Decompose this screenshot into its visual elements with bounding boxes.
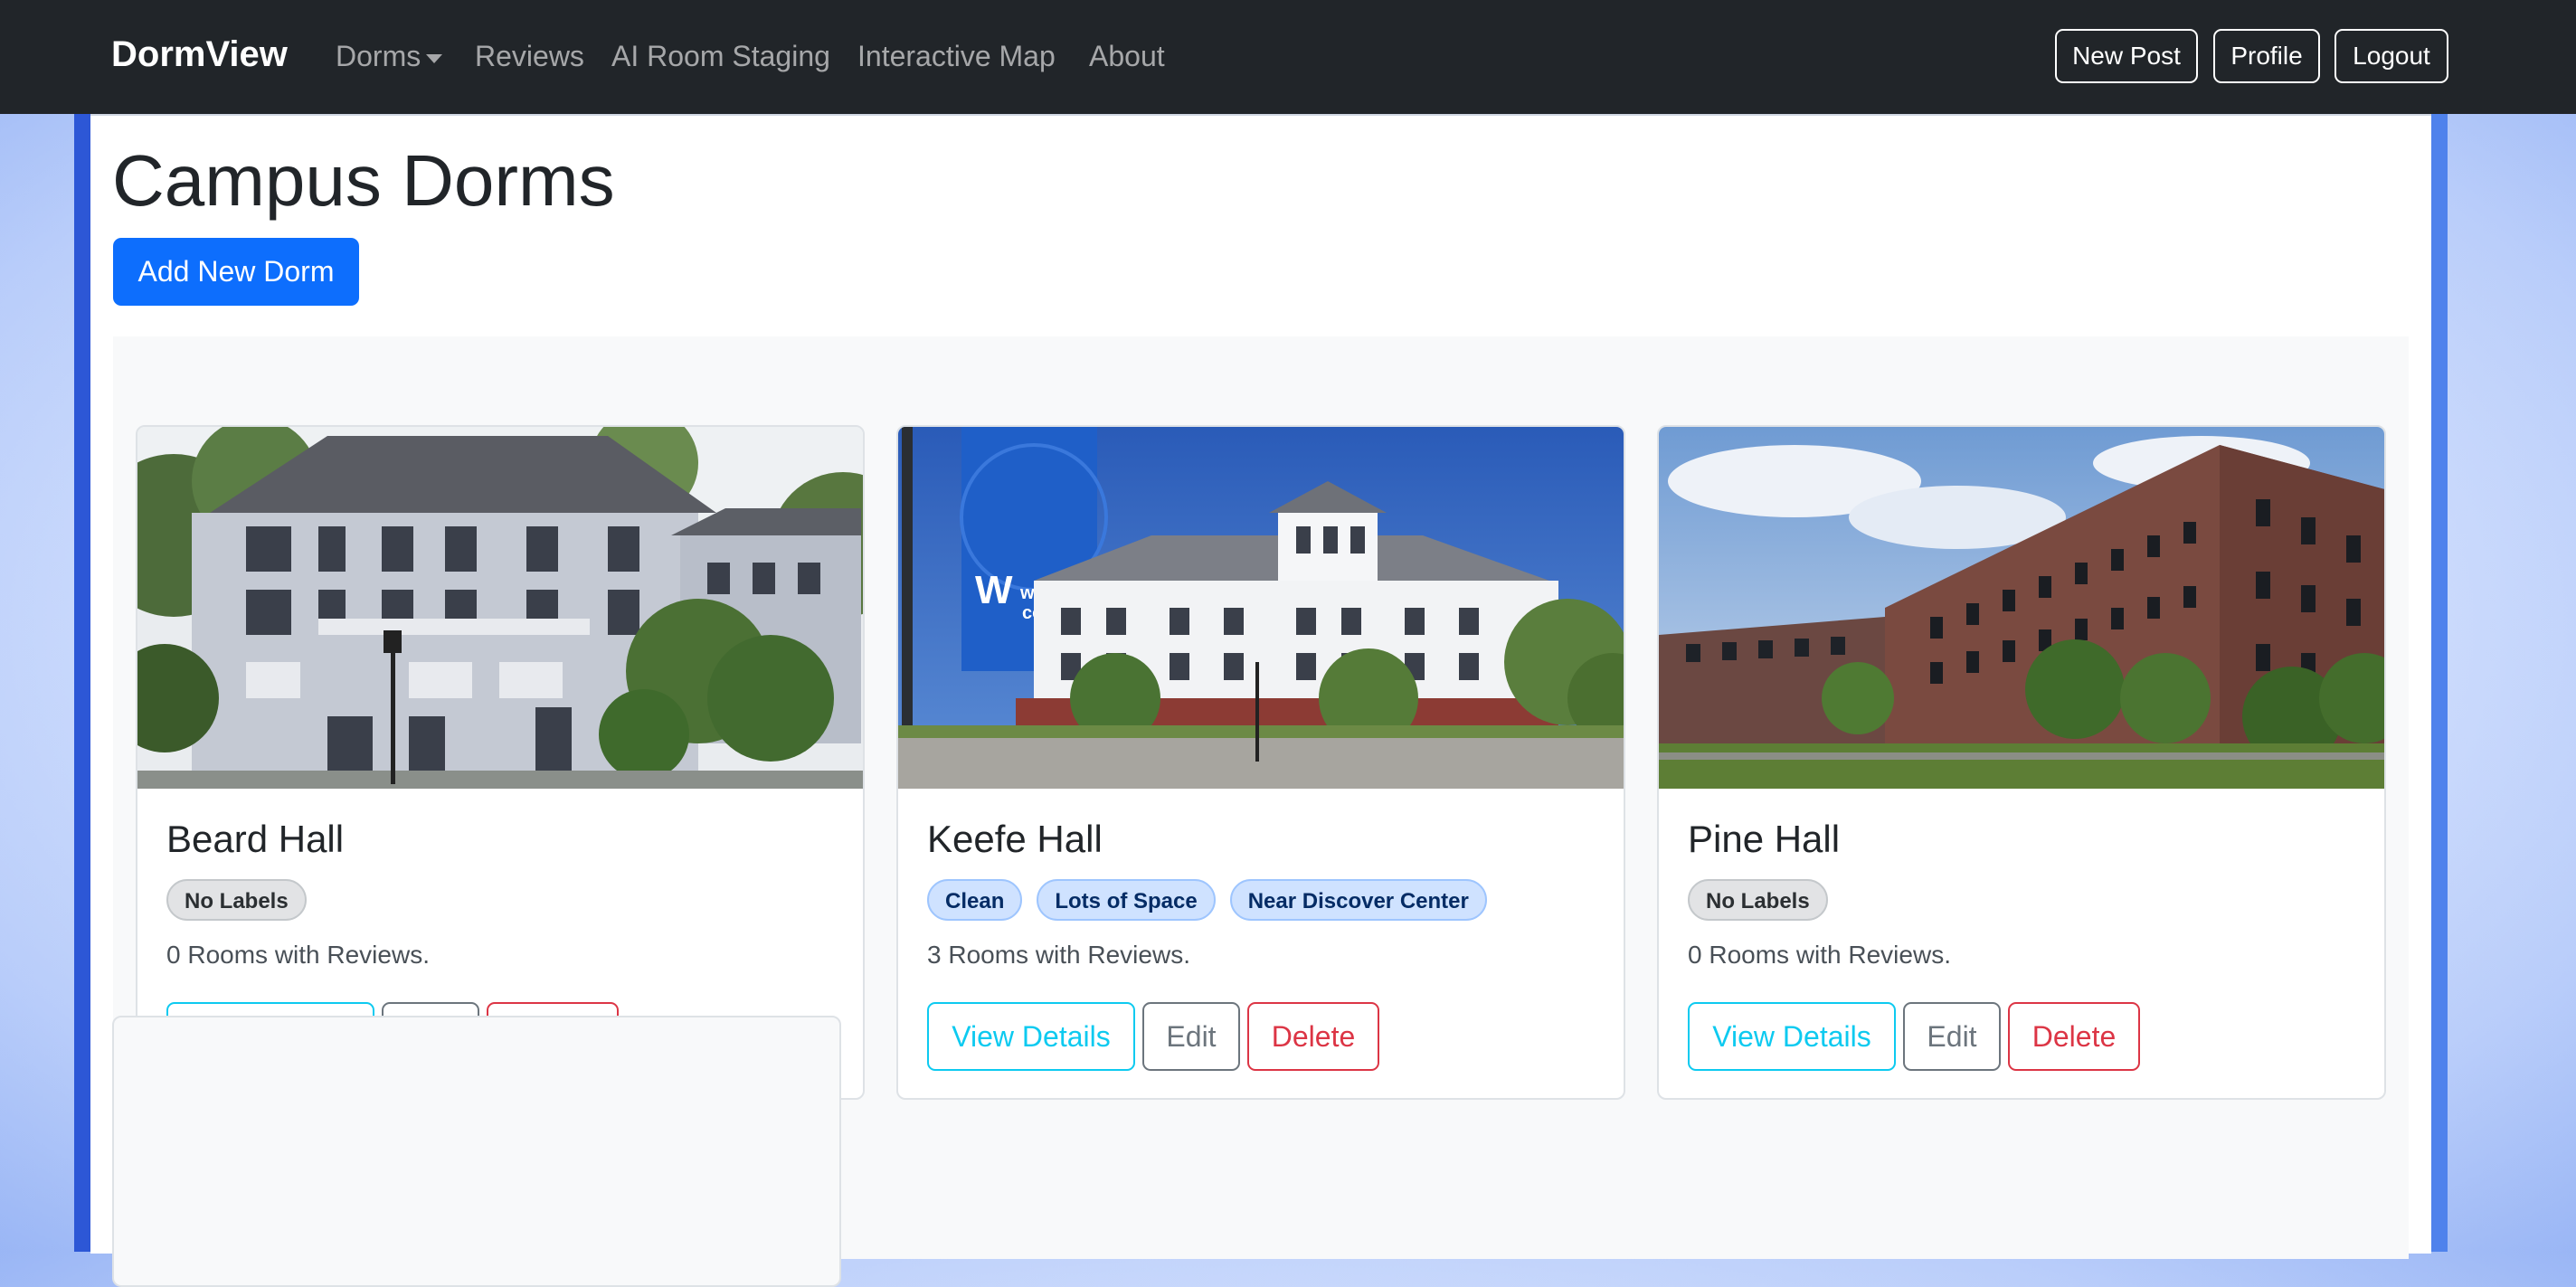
logout-button[interactable]: Logout [2334,29,2448,83]
delete-button[interactable]: Delete [2008,1002,2140,1071]
dorm-card-partial [112,1016,841,1287]
view-details-button[interactable]: View Details [1688,1002,1896,1071]
navbar: DormView Dorms Reviews AI Room Staging I… [0,0,2576,114]
label-badge: No Labels [1688,879,1828,921]
label-badges: No Labels [166,879,307,921]
edit-button[interactable]: Edit [1903,1002,2001,1071]
profile-button[interactable]: Profile [2213,29,2320,83]
nav-about[interactable]: About [1089,40,1165,73]
dorm-name: Beard Hall [166,818,345,860]
dorm-name: Keefe Hall [927,818,1103,860]
rooms-count: 0 Rooms with Reviews. [166,941,430,969]
caret-down-icon [426,53,443,63]
brand-logo[interactable]: DormView [111,34,288,75]
delete-button[interactable]: Delete [1247,1002,1379,1071]
card-actions: View Details Edit Delete [927,1002,1379,1071]
dorm-image: W wheaton college [898,427,1624,789]
nav-dorms-dropdown[interactable]: Dorms [336,40,443,73]
view-details-button[interactable]: View Details [927,1002,1135,1071]
label-badges: Clean Lots of Space Near Discover Center [927,879,1487,921]
label-badge: Clean [927,879,1023,921]
nav-reviews[interactable]: Reviews [475,40,584,73]
nav-ai-room-staging[interactable]: AI Room Staging [611,40,830,73]
label-badge: No Labels [166,879,307,921]
new-post-button[interactable]: New Post [2055,29,2198,83]
page-border-left [74,114,90,1252]
svg-text:W: W [975,568,1013,612]
nav-dorms-label: Dorms [336,40,421,72]
label-badges: No Labels [1688,879,1828,921]
edit-button[interactable]: Edit [1142,1002,1240,1071]
dorm-image [1659,427,2384,789]
card-actions: View Details Edit Delete [1688,1002,2140,1071]
dorm-card-beard-hall: Beard Hall No Labels 0 Rooms with Review… [136,425,865,1100]
label-badge: Lots of Space [1037,879,1216,921]
rooms-count: 3 Rooms with Reviews. [927,941,1190,969]
page-border-right [2431,114,2448,1252]
dorm-image [137,427,863,789]
dorm-name: Pine Hall [1688,818,1841,860]
nav-interactive-map[interactable]: Interactive Map [857,40,1056,73]
add-new-dorm-button[interactable]: Add New Dorm [113,238,359,306]
rooms-count: 0 Rooms with Reviews. [1688,941,1951,969]
label-badge: Near Discover Center [1229,879,1487,921]
page-title: Campus Dorms [112,140,615,221]
dorm-card-pine-hall: Pine Hall No Labels 0 Rooms with Reviews… [1657,425,2386,1100]
dorm-card-keefe-hall: W wheaton college [896,425,1625,1100]
